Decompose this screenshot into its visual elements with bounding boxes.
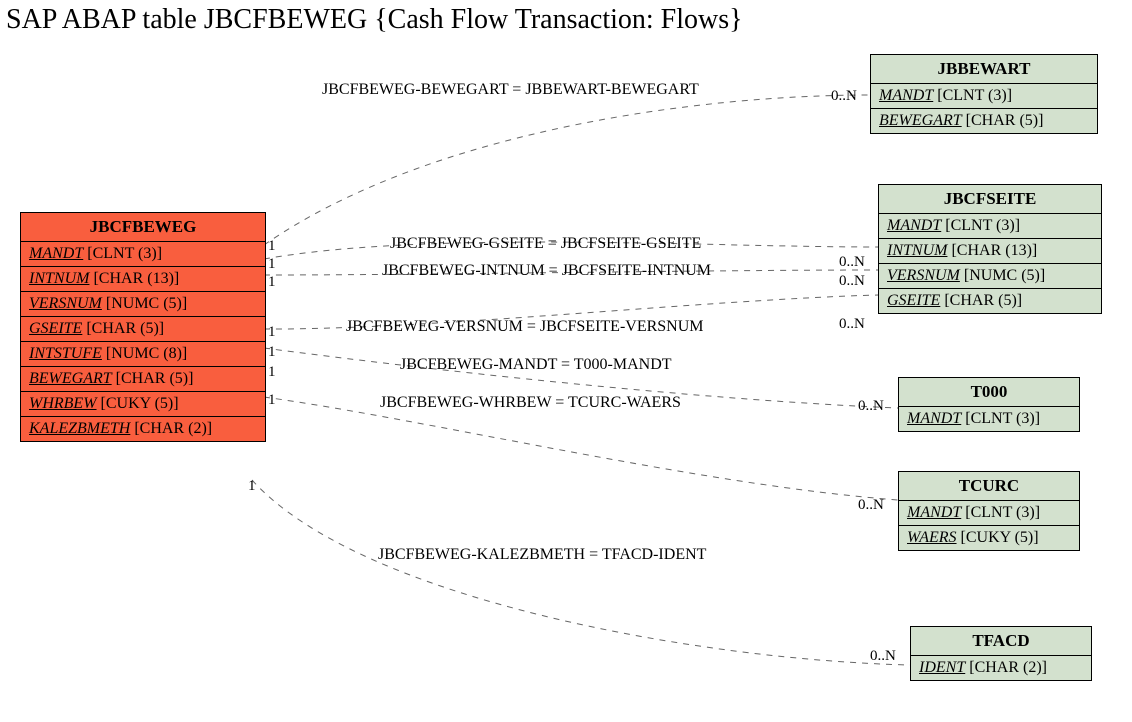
field-row: MANDT [CLNT (3)] [899,407,1079,431]
relation-label: JBCFBEWEG-VERSNUM = JBCFSEITE-VERSNUM [346,318,704,336]
relation-label: JBCFBEWEG-KALEZBMETH = TFACD-IDENT [378,546,706,564]
field-row: IDENT [CHAR (2)] [911,656,1091,680]
field-name: WHRBEW [29,395,97,412]
entity-tcurc-header: TCURC [899,472,1079,501]
entity-jbcfbeweg: JBCFBEWEG MANDT [CLNT (3)] INTNUM [CHAR … [20,212,266,442]
cardinality-zn: 0..N [839,316,865,333]
field-row: INTNUM [CHAR (13)] [879,239,1101,264]
field-type: [CLNT (3)] [937,87,1012,104]
cardinality-one: 1 [248,478,256,495]
field-type: [NUMC (5)] [106,295,187,312]
relation-label: JBCFBEWEG-MANDT = T000-MANDT [400,356,672,374]
field-name: MANDT [907,410,961,427]
field-name: VERSNUM [29,295,102,312]
field-name: BEWEGART [879,112,962,129]
field-name: VERSNUM [887,267,960,284]
field-type: [CUKY (5)] [101,395,179,412]
field-name: MANDT [879,87,933,104]
field-name: MANDT [907,504,961,521]
field-type: [CHAR (5)] [966,112,1044,129]
field-type: [NUMC (8)] [106,345,187,362]
field-type: [CHAR (13)] [93,270,179,287]
field-name: BEWEGART [29,370,112,387]
relation-label: JBCFBEWEG-INTNUM = JBCFSEITE-INTNUM [382,262,711,280]
cardinality-zn: 0..N [839,273,865,290]
field-row: BEWEGART [CHAR (5)] [871,109,1097,133]
field-row: VERSNUM [NUMC (5)] [21,292,265,317]
entity-jbbewart: JBBEWART MANDT [CLNT (3)] BEWEGART [CHAR… [870,54,1098,134]
entity-jbcfseite-header: JBCFSEITE [879,185,1101,214]
field-name: MANDT [887,217,941,234]
entity-tfacd: TFACD IDENT [CHAR (2)] [910,626,1092,681]
cardinality-zn: 0..N [831,88,857,105]
field-row: WAERS [CUKY (5)] [899,526,1079,550]
field-row: GSEITE [CHAR (5)] [21,317,265,342]
field-name: INTNUM [887,242,947,259]
field-type: [CHAR (2)] [969,659,1047,676]
entity-jbcfseite: JBCFSEITE MANDT [CLNT (3)] INTNUM [CHAR … [878,184,1102,314]
field-row: MANDT [CLNT (3)] [879,214,1101,239]
field-type: [CUKY (5)] [961,529,1039,546]
cardinality-one: 1 [268,238,276,255]
field-row: VERSNUM [NUMC (5)] [879,264,1101,289]
cardinality-one: 1 [268,256,276,273]
field-type: [CLNT (3)] [965,410,1040,427]
field-row: MANDT [CLNT (3)] [899,501,1079,526]
field-name: GSEITE [887,292,940,309]
entity-tfacd-header: TFACD [911,627,1091,656]
field-name: WAERS [907,529,957,546]
relation-label: JBCFBEWEG-GSEITE = JBCFSEITE-GSEITE [390,235,701,253]
entity-tcurc: TCURC MANDT [CLNT (3)] WAERS [CUKY (5)] [898,471,1080,551]
field-type: [CLNT (3)] [945,217,1020,234]
field-name: IDENT [919,659,965,676]
field-row: WHRBEW [CUKY (5)] [21,392,265,417]
cardinality-zn: 0..N [870,648,896,665]
diagram-title: SAP ABAP table JBCFBEWEG {Cash Flow Tran… [6,4,743,36]
field-row: GSEITE [CHAR (5)] [879,289,1101,313]
field-type: [CHAR (13)] [951,242,1037,259]
field-row: INTSTUFE [NUMC (8)] [21,342,265,367]
cardinality-zn: 0..N [858,398,884,415]
entity-jbbewart-header: JBBEWART [871,55,1097,84]
field-type: [CHAR (5)] [944,292,1022,309]
cardinality-zn: 0..N [839,254,865,271]
field-row: MANDT [CLNT (3)] [871,84,1097,109]
field-row: MANDT [CLNT (3)] [21,242,265,267]
field-row: BEWEGART [CHAR (5)] [21,367,265,392]
entity-t000-header: T000 [899,378,1079,407]
cardinality-one: 1 [268,274,276,291]
relation-label: JBCFBEWEG-WHRBEW = TCURC-WAERS [380,394,681,412]
field-type: [CLNT (3)] [87,245,162,262]
field-name: GSEITE [29,320,82,337]
field-row: INTNUM [CHAR (13)] [21,267,265,292]
field-name: INTNUM [29,270,89,287]
field-type: [CLNT (3)] [965,504,1040,521]
cardinality-one: 1 [268,344,276,361]
cardinality-one: 1 [268,364,276,381]
cardinality-one: 1 [268,324,276,341]
entity-t000: T000 MANDT [CLNT (3)] [898,377,1080,432]
field-type: [CHAR (5)] [86,320,164,337]
field-type: [CHAR (5)] [116,370,194,387]
field-name: MANDT [29,245,83,262]
relation-label: JBCFBEWEG-BEWEGART = JBBEWART-BEWEGART [322,81,699,99]
cardinality-zn: 0..N [858,497,884,514]
field-type: [CHAR (2)] [134,420,212,437]
cardinality-one: 1 [268,392,276,409]
field-row: KALEZBMETH [CHAR (2)] [21,417,265,441]
entity-jbcfbeweg-header: JBCFBEWEG [21,213,265,242]
field-type: [NUMC (5)] [964,267,1045,284]
field-name: INTSTUFE [29,345,102,362]
field-name: KALEZBMETH [29,420,130,437]
